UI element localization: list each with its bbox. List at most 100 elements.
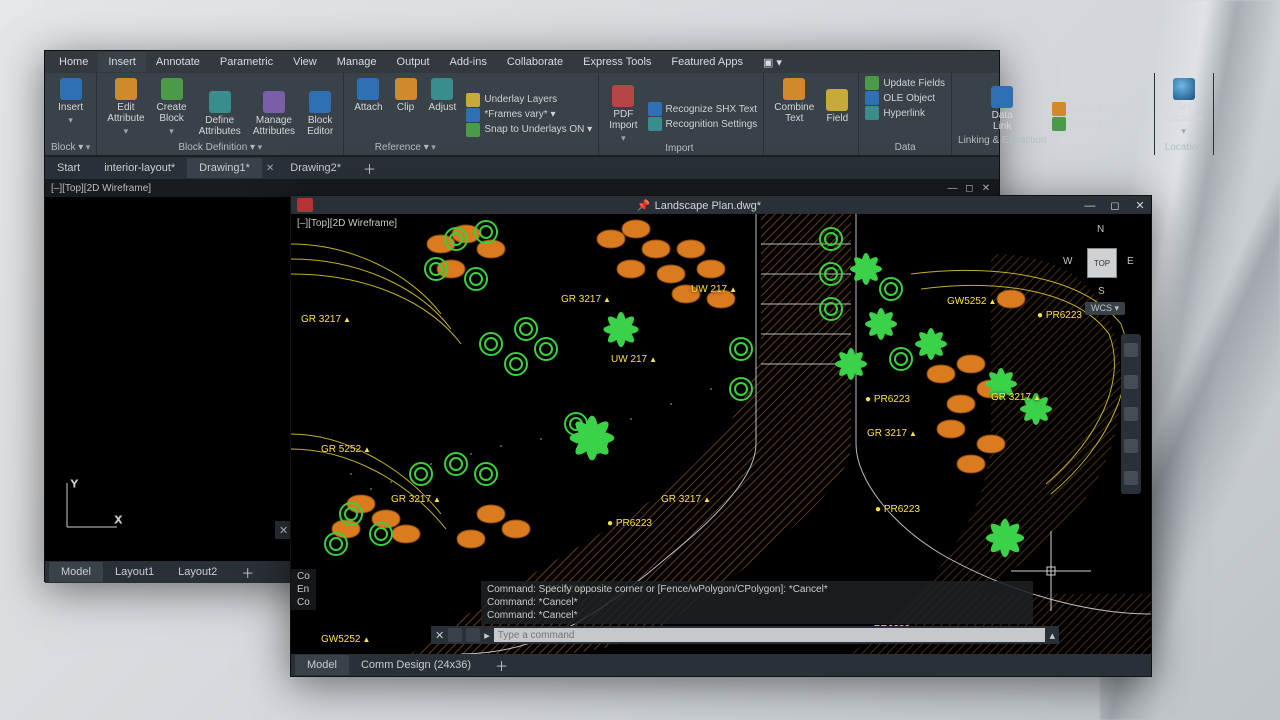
close-icon[interactable]: ✕ xyxy=(979,183,993,194)
minimize-icon[interactable]: — xyxy=(945,183,959,194)
plant-label: PR6223 xyxy=(1037,310,1082,321)
ribbon-tab[interactable]: Featured Apps xyxy=(661,52,753,72)
close-tab-icon[interactable]: ✕ xyxy=(262,163,278,174)
manage-attributes-button[interactable]: Manage Attributes xyxy=(249,76,299,139)
panel-reference: Attach Clip Adjust Reference ▾ Underlay … xyxy=(344,73,599,155)
chevron-up-icon[interactable]: ▴ xyxy=(1049,629,1055,642)
combine-text-button[interactable]: Combine Text xyxy=(770,76,818,126)
recognize-shx-button[interactable]: Recognize SHX Text xyxy=(648,102,758,116)
ribbon-tab[interactable]: Add-ins xyxy=(440,52,497,72)
hyperlink-button[interactable]: Hyperlink xyxy=(865,106,925,120)
nav-tool[interactable] xyxy=(1124,471,1138,485)
frames-vary-button[interactable]: *Frames vary* ▾ xyxy=(466,108,555,122)
cmd-icon[interactable] xyxy=(448,628,462,642)
create-block-icon xyxy=(161,78,183,100)
compass-e[interactable]: E xyxy=(1127,256,1134,267)
close-icon[interactable]: ✕ xyxy=(1129,199,1151,212)
extract-data-button[interactable]: Extract Data xyxy=(1052,117,1125,131)
command-line: ✕ ▸ ▴ xyxy=(431,626,1059,644)
plant-label: GR 3217 xyxy=(391,494,441,505)
maximize-icon[interactable]: ◻ xyxy=(962,183,976,194)
plant-label: PR6223 xyxy=(865,394,910,405)
insert-button[interactable]: Insert xyxy=(54,76,87,128)
wcs-dropdown[interactable]: WCS ▾ xyxy=(1085,302,1125,315)
ribbon-tab[interactable]: Output xyxy=(387,52,440,72)
panel-label[interactable]: Block Definition ▾ xyxy=(178,141,262,153)
ribbon-tab[interactable]: Manage xyxy=(327,52,387,72)
set-location-button[interactable]: Set Location xyxy=(1161,76,1207,139)
new-tab-button[interactable]: ＋ xyxy=(353,159,386,178)
ole-object-button[interactable]: OLE Object xyxy=(865,91,935,105)
view-cube-top[interactable]: TOP xyxy=(1087,248,1117,278)
doc-tab[interactable]: interior-layout* xyxy=(92,158,187,178)
nav-tool[interactable] xyxy=(1124,439,1138,453)
layout-tab[interactable]: Layout2 xyxy=(166,562,229,582)
ribbon-tab[interactable]: Parametric xyxy=(210,52,283,72)
compass-s[interactable]: S xyxy=(1098,286,1105,297)
panel-data: Update Fields OLE Object Hyperlink Data xyxy=(859,73,952,155)
adjust-button[interactable]: Adjust xyxy=(425,76,461,115)
panel-label[interactable]: Reference ▾ xyxy=(375,141,436,153)
close-icon[interactable]: ✕ xyxy=(435,629,444,642)
drawing-canvas-2[interactable]: [–][Top][2D Wireframe] xyxy=(291,214,1151,654)
doc-tab[interactable]: Drawing2* xyxy=(278,158,353,178)
command-hint: CoEnCo xyxy=(291,569,316,610)
command-input[interactable] xyxy=(494,628,1046,642)
edit-attribute-button[interactable]: Edit Attribute xyxy=(103,76,148,139)
attach-button[interactable]: Attach xyxy=(350,76,386,115)
nav-tool[interactable] xyxy=(1124,375,1138,389)
app-icon[interactable] xyxy=(297,198,313,212)
update-fields-button[interactable]: Update Fields xyxy=(865,76,945,90)
view-label[interactable]: [–][Top][2D Wireframe] xyxy=(51,183,151,194)
nav-tool[interactable] xyxy=(1124,343,1138,357)
ribbon-tab[interactable]: Express Tools xyxy=(573,52,661,72)
panel-linking: Data Link Linking & Extraction Upload to… xyxy=(952,73,1155,155)
new-layout-button[interactable]: ＋ xyxy=(229,559,266,586)
nav-tool[interactable] xyxy=(1124,407,1138,421)
model-tab[interactable]: Model xyxy=(295,655,349,675)
define-attributes-button[interactable]: Define Attributes xyxy=(195,76,245,139)
view-cube[interactable]: TOP N S E W WCS ▾ xyxy=(1061,222,1141,302)
upload-source-button[interactable]: Upload to Source xyxy=(1052,102,1147,116)
compass-w[interactable]: W xyxy=(1063,256,1072,267)
ribbon-tab[interactable]: View xyxy=(283,52,327,72)
ribbon-tabs: Home Insert Annotate Parametric View Man… xyxy=(45,51,999,73)
model-layout-tabs: Model Comm Design (24x36) ＋ xyxy=(291,654,1151,676)
pdf-import-button[interactable]: PDF Import xyxy=(605,83,641,146)
underlay-layers-button[interactable]: Underlay Layers xyxy=(466,93,557,107)
maximize-icon[interactable]: ◻ xyxy=(1104,199,1126,212)
layout-tab[interactable]: Comm Design (24x36) xyxy=(349,655,483,675)
ribbon-tab[interactable]: Collaborate xyxy=(497,52,573,72)
clip-button[interactable]: Clip xyxy=(391,76,421,115)
ribbon-tab[interactable]: Annotate xyxy=(146,52,210,72)
field-button[interactable]: Field xyxy=(822,76,852,126)
block-editor-button[interactable]: Block Editor xyxy=(303,76,337,139)
data-link-button[interactable]: Data Link xyxy=(987,84,1017,134)
layout-tab[interactable]: Layout1 xyxy=(103,562,166,582)
navigation-bar xyxy=(1121,334,1141,494)
settings-icon xyxy=(648,117,662,131)
pin-icon[interactable]: 📌 xyxy=(637,200,651,212)
file-title: Landscape Plan.dwg* xyxy=(655,200,761,212)
create-block-button[interactable]: Create Block xyxy=(153,76,191,139)
field-icon xyxy=(826,89,848,111)
recognition-settings-button[interactable]: Recognition Settings xyxy=(648,117,758,131)
new-layout-button[interactable]: ＋ xyxy=(483,652,520,679)
ribbon-tab[interactable]: Home xyxy=(49,52,98,72)
snap-icon xyxy=(466,123,480,137)
snap-underlays-button[interactable]: Snap to Underlays ON ▾ xyxy=(466,123,592,137)
close-icon[interactable]: ✕ xyxy=(279,524,288,537)
compass-n[interactable]: N xyxy=(1097,224,1104,235)
svg-text:X: X xyxy=(115,515,122,526)
minimize-icon[interactable]: — xyxy=(1079,200,1101,212)
doc-tab[interactable]: Start xyxy=(45,158,92,178)
ribbon-tab[interactable]: Insert xyxy=(98,52,146,72)
doc-tab[interactable]: Drawing1* xyxy=(187,158,262,178)
cmd-icon[interactable] xyxy=(466,628,480,642)
ribbon-overflow-icon[interactable]: ▣ ▾ xyxy=(753,52,792,73)
shx-icon xyxy=(648,102,662,116)
model-tab[interactable]: Model xyxy=(49,562,103,582)
plant-label: GW5252 xyxy=(947,296,996,307)
panel-label[interactable]: Block ▾ xyxy=(51,141,90,153)
plant-label: GR 3217 xyxy=(301,314,351,325)
